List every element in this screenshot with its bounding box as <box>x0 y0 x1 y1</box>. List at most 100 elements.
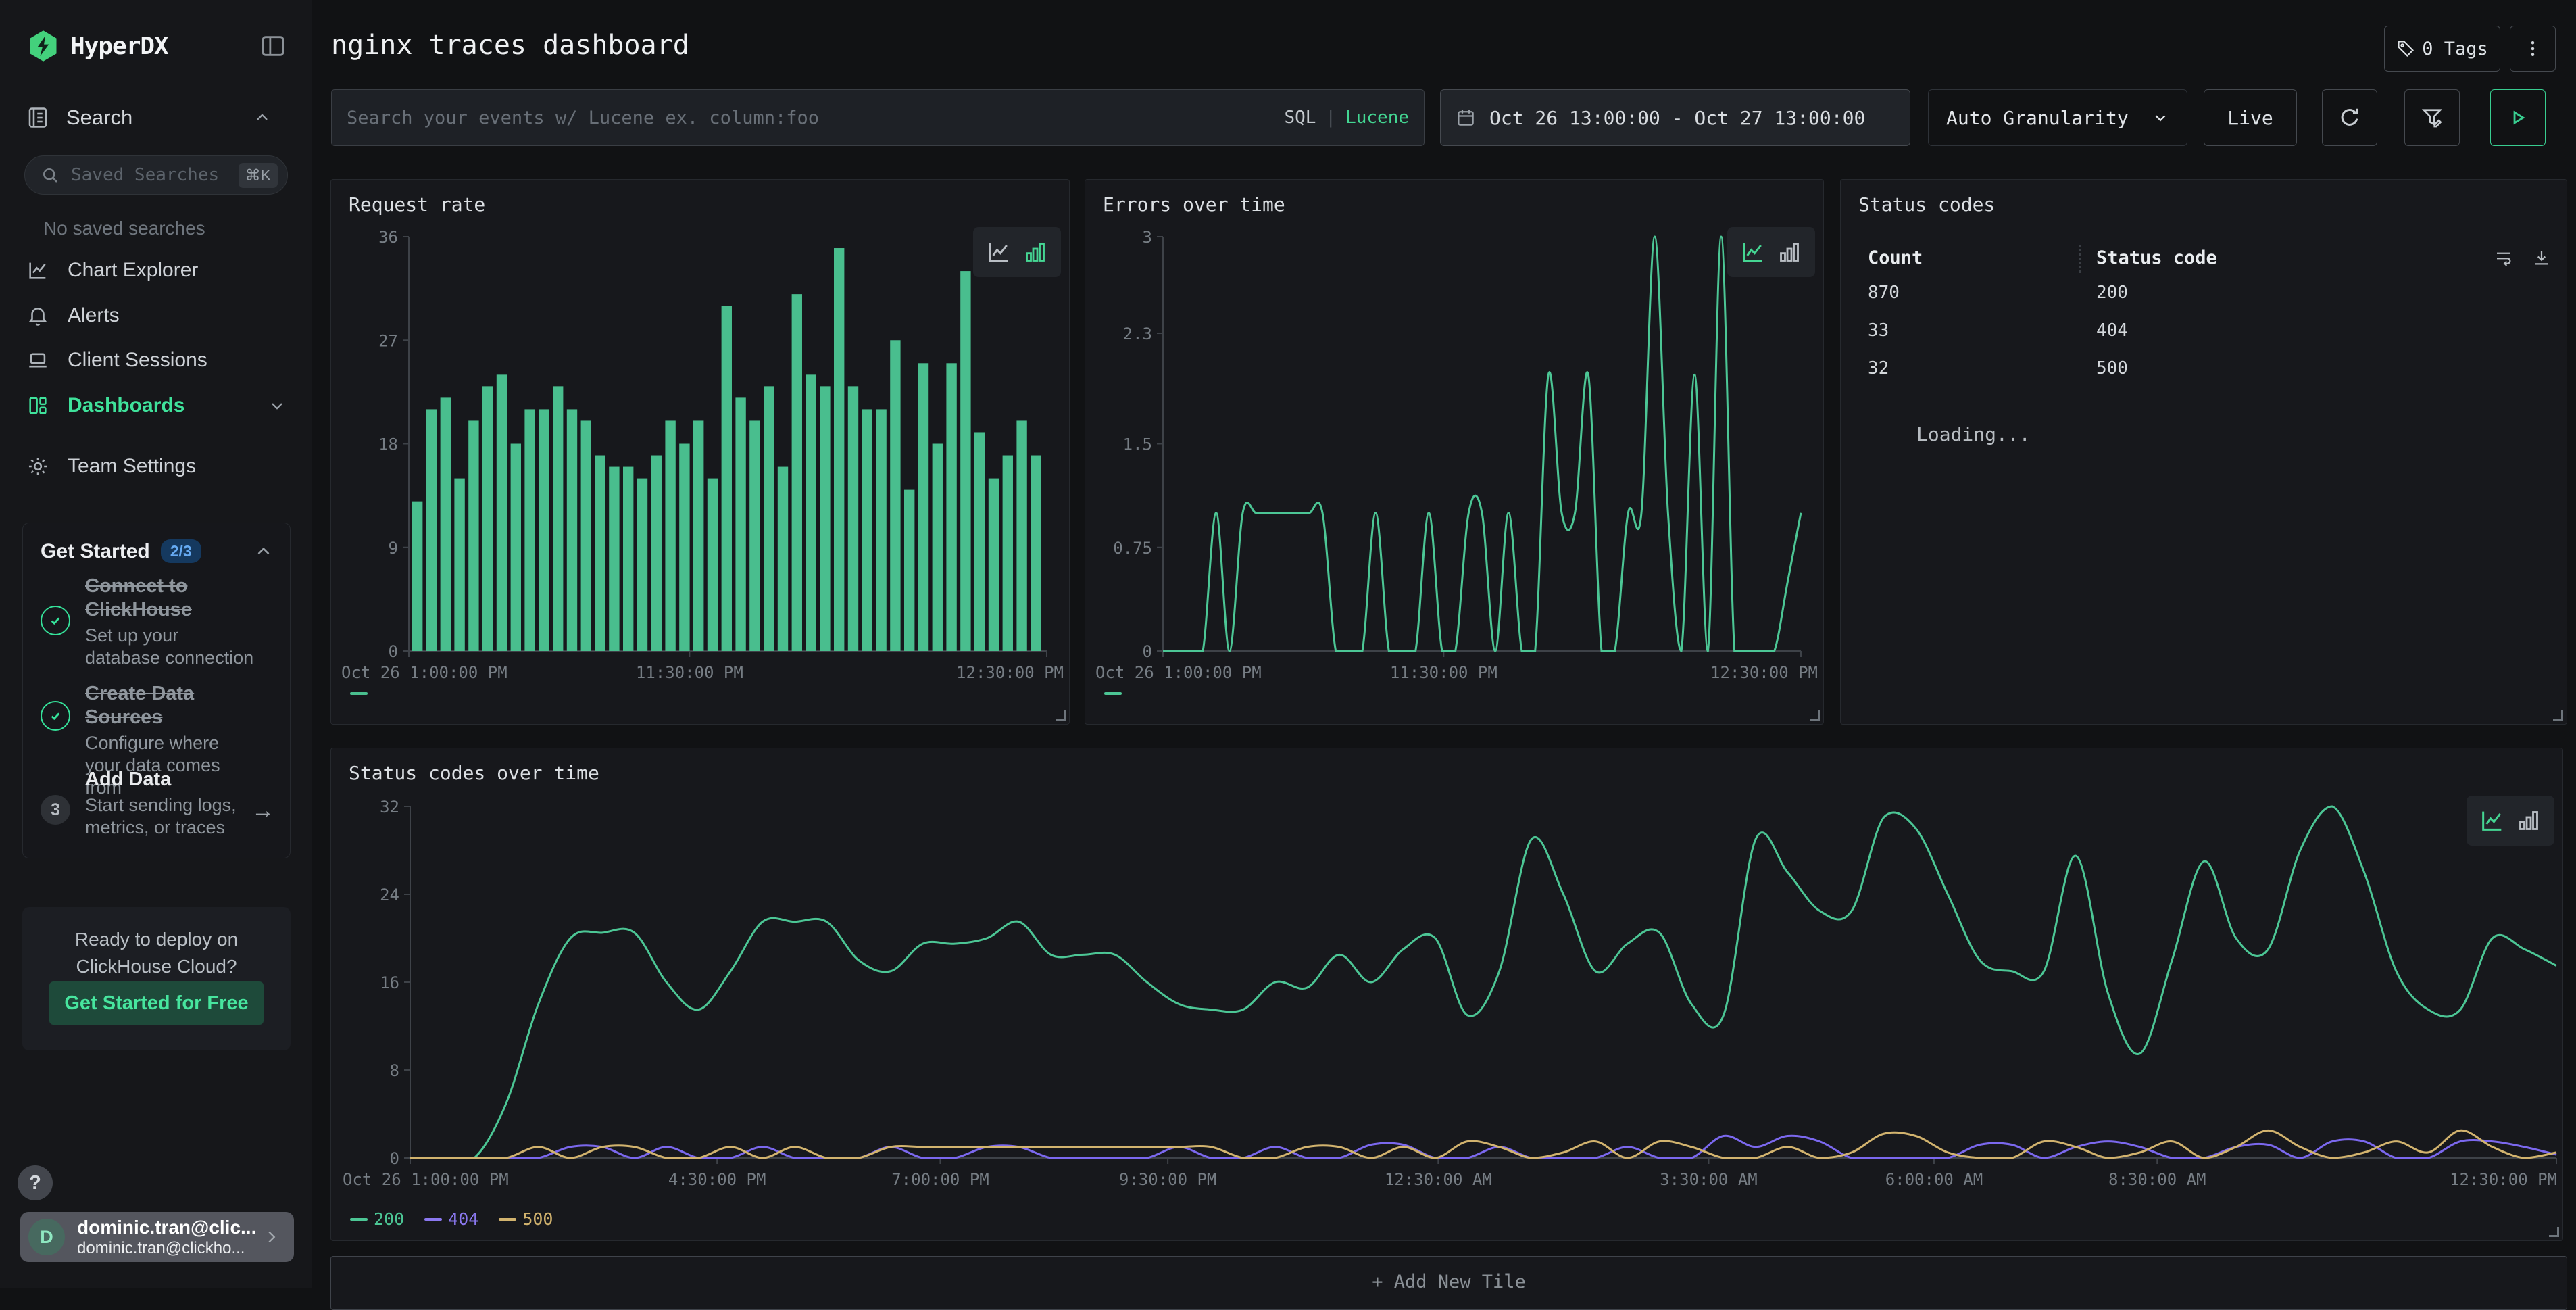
status-codes-over-time-chart[interactable]: 08162432Oct 26 1:00:00 PM4:30:00 PM7:00:… <box>331 748 2562 1240</box>
event-search-input[interactable]: Search your events w/ Lucene ex. column:… <box>331 89 1425 146</box>
line-chart-toggle-icon[interactable] <box>985 239 1012 266</box>
cell-count: 32 <box>1868 358 1889 379</box>
svg-text:0: 0 <box>1143 642 1152 661</box>
svg-text:0.75: 0.75 <box>1113 539 1152 558</box>
cell-status-code: 500 <box>2096 358 2128 379</box>
sidebar-item-client-sessions[interactable]: Client Sessions <box>0 341 312 379</box>
column-resizer[interactable] <box>2079 245 2081 273</box>
line-chart-toggle-icon[interactable] <box>1739 239 1766 266</box>
granularity-select[interactable]: Auto Granularity <box>1928 89 2187 146</box>
sidebar-item-search[interactable]: Search <box>26 101 288 134</box>
resize-handle[interactable] <box>2549 1227 2559 1237</box>
tile-errors-over-time: Errors over time 00.751.52.33Oct 26 1:00… <box>1085 179 1824 725</box>
svg-text:9: 9 <box>389 539 398 558</box>
filter-button[interactable] <box>2404 89 2460 146</box>
chevron-down-icon[interactable] <box>268 396 287 415</box>
sidebar-item-alerts[interactable]: Alerts <box>0 297 312 335</box>
table-row[interactable]: 32 500 <box>1841 358 2567 396</box>
chevron-up-icon[interactable] <box>253 541 274 562</box>
bar-chart-toggle-icon[interactable] <box>1776 239 1803 266</box>
svg-text:0: 0 <box>390 1149 399 1168</box>
svg-text:12:30:00 PM: 12:30:00 PM <box>2450 1170 2557 1189</box>
svg-text:18: 18 <box>378 435 398 454</box>
search-section-icon <box>26 105 50 130</box>
svg-text:Oct 26 1:00:00 PM: Oct 26 1:00:00 PM <box>343 1170 509 1189</box>
lang-divider: | <box>1325 107 1336 128</box>
add-new-tile-button[interactable]: + Add New Tile <box>330 1256 2567 1310</box>
time-range-picker[interactable]: Oct 26 13:00:00 - Oct 27 13:00:00 <box>1440 89 1910 146</box>
svg-text:4:30:00 PM: 4:30:00 PM <box>668 1170 766 1189</box>
granularity-value: Auto Granularity <box>1946 107 2129 129</box>
bar-chart-toggle-icon[interactable] <box>1022 239 1049 266</box>
chart-type-toggle <box>1727 227 1815 277</box>
svg-text:6:00:00 AM: 6:00:00 AM <box>1885 1170 1983 1189</box>
svg-text:11:30:00 PM: 11:30:00 PM <box>636 663 743 682</box>
user-menu[interactable]: D dominic.tran@clic... dominic.tran@clic… <box>20 1212 294 1262</box>
bar-chart-toggle-icon[interactable] <box>2515 807 2542 834</box>
sidebar: HyperDX Search Saved Searches ⌘K No save… <box>0 0 312 1288</box>
collapse-sidebar-icon[interactable] <box>258 32 288 59</box>
table-row[interactable]: 870 200 <box>1841 283 2567 320</box>
cell-status-code: 200 <box>2096 283 2128 303</box>
refresh-button[interactable] <box>2322 89 2377 146</box>
svg-text:2.3: 2.3 <box>1123 324 1152 343</box>
table-row[interactable]: 33 404 <box>1841 320 2567 358</box>
bell-icon <box>26 304 50 327</box>
svg-text:Oct 26 1:00:00 PM: Oct 26 1:00:00 PM <box>1095 663 1262 682</box>
more-options-button[interactable] <box>2510 26 2556 72</box>
request-rate-chart[interactable]: 09182736Oct 26 1:00:00 PM11:30:00 PM12:3… <box>331 180 1069 724</box>
run-query-button[interactable] <box>2490 89 2546 146</box>
line-chart-toggle-icon[interactable] <box>2479 807 2506 834</box>
get-started-title: Get Started <box>41 540 150 563</box>
task-title: Add Data <box>85 768 255 792</box>
svg-text:7:00:00 PM: 7:00:00 PM <box>891 1170 989 1189</box>
lucene-toggle[interactable]: Lucene <box>1345 107 1409 128</box>
table-header: Count Status code <box>1841 247 2567 278</box>
text-wrap-icon[interactable] <box>2494 247 2514 268</box>
task-title: Connect to ClickHouse <box>85 575 255 622</box>
resize-handle[interactable] <box>1056 710 1066 721</box>
sql-toggle[interactable]: SQL <box>1284 107 1316 128</box>
saved-searches-placeholder: Saved Searches <box>71 165 239 185</box>
legend-item: 200 <box>350 1209 404 1229</box>
tags-label: 0 Tags <box>2422 39 2488 59</box>
sidebar-item-dashboards[interactable]: Dashboards <box>0 387 312 424</box>
svg-text:9:30:00 PM: 9:30:00 PM <box>1119 1170 1217 1189</box>
column-header-count[interactable]: Count <box>1868 247 1923 268</box>
errors-over-time-chart[interactable]: 00.751.52.33Oct 26 1:00:00 PM11:30:00 PM… <box>1085 180 1823 724</box>
cell-status-code: 404 <box>2096 320 2128 341</box>
svg-text:32: 32 <box>380 798 399 817</box>
page-title: nginx traces dashboard <box>331 30 689 61</box>
saved-searches-input[interactable]: Saved Searches ⌘K <box>24 155 288 195</box>
filter-edit-icon <box>2420 105 2444 130</box>
svg-text:12:30:00 PM: 12:30:00 PM <box>956 663 1064 682</box>
task-add-data[interactable]: 3 Add Data Start sending logs, metrics, … <box>41 768 277 839</box>
get-started-free-button[interactable]: Get Started for Free <box>49 981 264 1025</box>
chevron-right-icon <box>262 1227 282 1247</box>
gear-icon <box>26 455 50 478</box>
svg-text:3:30:00 AM: 3:30:00 AM <box>1660 1170 1758 1189</box>
svg-text:8: 8 <box>390 1061 399 1080</box>
sidebar-item-team-settings[interactable]: Team Settings <box>0 447 312 485</box>
chart-explorer-icon <box>26 259 50 282</box>
sidebar-item-label: Team Settings <box>68 455 196 478</box>
live-button[interactable]: Live <box>2204 89 2297 146</box>
resize-handle[interactable] <box>1810 710 1820 721</box>
chevron-up-icon[interactable] <box>253 108 272 127</box>
column-header-status-code[interactable]: Status code <box>2096 247 2217 268</box>
chart-legend[interactable]: 200404500 <box>350 1209 553 1229</box>
download-icon[interactable] <box>2531 247 2552 268</box>
chart-legend[interactable] <box>350 692 368 695</box>
sidebar-item-chart-explorer[interactable]: Chart Explorer <box>0 251 312 289</box>
help-button[interactable]: ? <box>18 1165 53 1200</box>
brand-row: HyperDX <box>26 27 288 65</box>
cell-count: 870 <box>1868 283 1900 303</box>
task-connect-clickhouse[interactable]: Connect to ClickHouse Set up your databa… <box>41 575 277 669</box>
tags-button[interactable]: 0 Tags <box>2384 26 2500 72</box>
chart-legend[interactable] <box>1104 692 1122 695</box>
svg-text:24: 24 <box>380 886 399 904</box>
resize-handle[interactable] <box>2553 710 2563 721</box>
check-circle-icon <box>41 606 70 635</box>
calendar-icon <box>1456 107 1476 128</box>
get-started-header[interactable]: Get Started 2/3 <box>41 539 274 563</box>
